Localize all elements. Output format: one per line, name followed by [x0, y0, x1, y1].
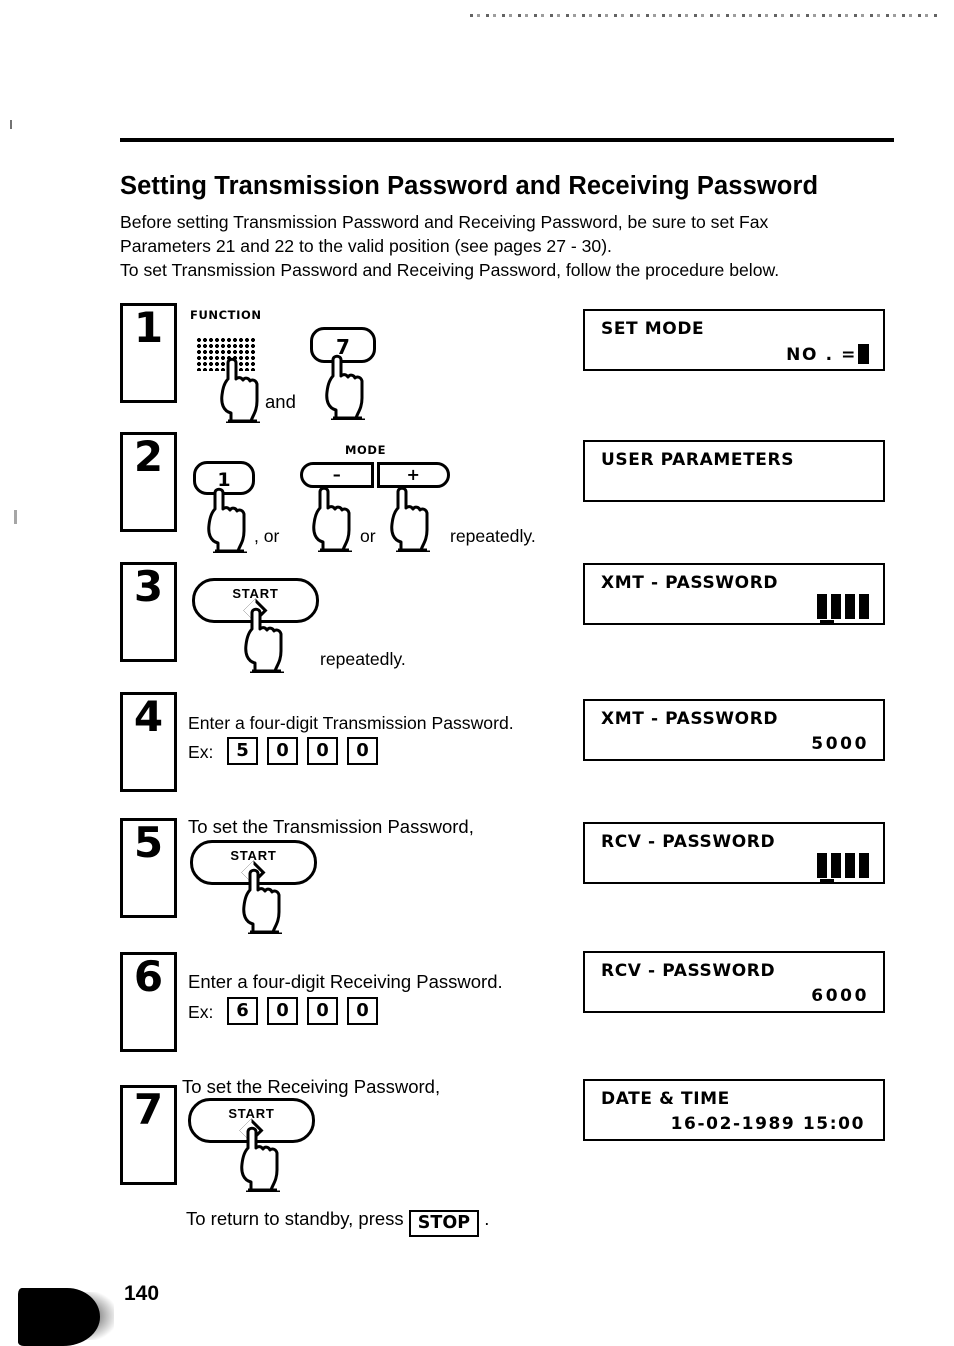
example-digit-key[interactable]: 5 — [227, 737, 258, 765]
step-4-example-keys: 5 0 0 0 — [227, 737, 378, 765]
lcd-display-4: XMT - PASSWORD 5000 — [583, 699, 885, 761]
lcd-display-6: RCV - PASSWORD 6000 — [583, 951, 885, 1013]
lcd-line-2: 16-02-1989 15:00 — [670, 1114, 865, 1134]
mask-block — [817, 853, 827, 878]
pointing-hand-icon — [237, 605, 299, 673]
cursor-underline — [820, 620, 834, 623]
step-number-box-3: 3 — [120, 562, 177, 662]
intro-line-2: Parameters 21 and 22 to the valid positi… — [120, 236, 612, 256]
lcd-line-2: 5000 — [811, 734, 869, 754]
step-number-3: 3 — [133, 562, 164, 611]
example-digit-key[interactable]: 0 — [267, 997, 298, 1025]
pointing-hand-icon — [235, 866, 297, 934]
lcd-display-1: SET MODE NO . = — [583, 309, 885, 371]
step-4-instruction: Enter a four-digit Transmission Password… — [188, 713, 514, 733]
example-digit-key[interactable]: 0 — [347, 737, 378, 765]
intro-paragraph: Before setting Transmission Password and… — [120, 210, 910, 282]
cursor-block-icon — [858, 344, 869, 364]
lcd-display-2: USER PARAMETERS — [583, 440, 885, 502]
example-digit-key[interactable]: 6 — [227, 997, 258, 1025]
mode-plus-label: + — [406, 465, 420, 484]
step-6-example-keys: 6 0 0 0 — [227, 997, 378, 1025]
manual-page: Setting Transmission Password and Receiv… — [0, 0, 954, 1346]
page-number: 140 — [124, 1282, 160, 1305]
step-5-instruction: To set the Transmission Password, — [188, 816, 474, 837]
mode-label: MODE — [345, 443, 387, 457]
step-number-6: 6 — [133, 952, 164, 1001]
stop-key[interactable]: STOP — [408, 1210, 480, 1238]
step-number-box-7: 7 — [120, 1085, 177, 1185]
lcd-line-2: NO . = — [786, 344, 869, 365]
step-number-box-2: 2 — [120, 432, 177, 532]
pointing-hand-icon — [233, 1124, 295, 1192]
step-number-2: 2 — [133, 432, 164, 481]
intro-line-3: To set Transmission Password and Receivi… — [120, 260, 780, 280]
mask-block — [845, 594, 855, 619]
step-1-conjunction: and — [265, 391, 296, 412]
step-2-trailing-text: repeatedly. — [450, 526, 536, 546]
step-number-box-6: 6 — [120, 952, 177, 1052]
lcd-line-1: XMT - PASSWORD — [601, 573, 779, 593]
scan-artifact-left-lower — [14, 510, 17, 524]
lcd-line-1: USER PARAMETERS — [601, 450, 795, 470]
step-7-instruction: To set the Receiving Password, — [182, 1076, 441, 1097]
step-number-box-1: 1 — [120, 303, 177, 403]
step-6-example-label: Ex: — [188, 1002, 214, 1022]
step-number-box-4: 4 — [120, 692, 177, 792]
step-2-separator-2: or — [360, 526, 376, 546]
lcd-line-2: 6000 — [811, 986, 869, 1006]
step-number-7: 7 — [133, 1085, 164, 1134]
lcd-display-5: RCV - PASSWORD — [583, 822, 885, 884]
intro-line-1: Before setting Transmission Password and… — [120, 212, 769, 232]
example-digit-key[interactable]: 0 — [347, 997, 378, 1025]
step-number-4: 4 — [133, 692, 164, 741]
return-to-standby-suffix: . — [484, 1208, 490, 1229]
mask-block — [831, 853, 841, 878]
mask-block — [859, 594, 869, 619]
return-to-standby-prefix: To return to standby, press — [186, 1208, 404, 1229]
example-digit-key[interactable]: 0 — [307, 997, 338, 1025]
example-digit-key[interactable]: 0 — [267, 737, 298, 765]
step-4-example-label: Ex: — [188, 742, 214, 762]
function-key-label: FUNCTION — [190, 308, 262, 322]
return-to-standby-note: To return to standby, press STOP . — [186, 1207, 490, 1238]
step-number-5: 5 — [133, 818, 164, 867]
pointing-hand-icon — [383, 484, 445, 552]
step-6-instruction: Enter a four-digit Receiving Password. — [188, 971, 503, 992]
mode-minus-label: – — [332, 465, 341, 484]
mask-block — [859, 853, 869, 878]
scan-artifact-top — [470, 14, 940, 17]
lcd-line-1: RCV - PASSWORD — [601, 961, 776, 981]
lcd-display-7: DATE & TIME 16-02-1989 15:00 — [583, 1079, 885, 1141]
page-title: Setting Transmission Password and Receiv… — [120, 172, 819, 200]
step-number-box-5: 5 — [120, 818, 177, 918]
pointing-hand-icon — [318, 352, 380, 420]
lcd-line-1: RCV - PASSWORD — [601, 832, 776, 852]
step-number-1: 1 — [133, 303, 164, 352]
lcd-line-2-text: NO . = — [786, 345, 857, 365]
scan-artifact-bottom-left — [18, 1288, 114, 1346]
pointing-hand-icon — [305, 484, 367, 552]
lcd-line-1: SET MODE — [601, 319, 705, 339]
lcd-display-3: XMT - PASSWORD — [583, 563, 885, 625]
pointing-hand-icon — [200, 485, 262, 553]
header-rule — [120, 138, 894, 142]
lcd-line-1: XMT - PASSWORD — [601, 709, 779, 729]
example-digit-key[interactable]: 0 — [307, 737, 338, 765]
cursor-underline — [820, 879, 834, 882]
step-2-separator-1: , or — [254, 526, 280, 546]
mask-block — [845, 853, 855, 878]
masked-password-blocks — [817, 853, 869, 878]
step-3-trailing-text: repeatedly. — [320, 649, 406, 669]
masked-password-blocks — [817, 594, 869, 619]
scan-artifact-left-upper — [10, 120, 12, 129]
lcd-line-1: DATE & TIME — [601, 1089, 730, 1109]
mask-block — [831, 594, 841, 619]
mask-block — [817, 594, 827, 619]
